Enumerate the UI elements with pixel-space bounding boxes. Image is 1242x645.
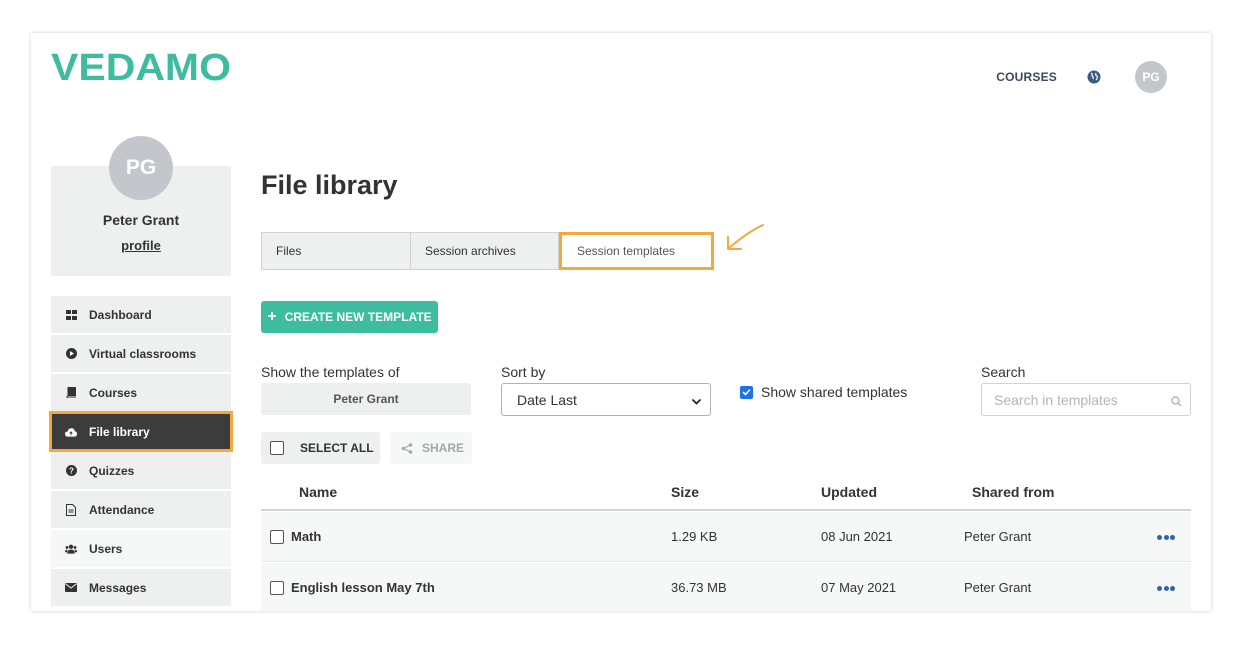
sidebar-item-attendance[interactable]: Attendance <box>51 491 231 528</box>
globe-icon[interactable] <box>1087 70 1101 84</box>
share-icon <box>401 442 413 454</box>
user-avatar[interactable]: PG <box>1135 61 1167 93</box>
table-header: Name Size Updated Shared from <box>261 474 1191 511</box>
vedamo-logo[interactable]: VEDAMO <box>51 49 233 83</box>
tab-session-archives[interactable]: Session archives <box>411 232 559 270</box>
show-shared-checkbox[interactable]: Show shared templates <box>740 384 907 400</box>
sort-label: Sort by <box>501 364 546 380</box>
envelope-icon <box>65 582 77 594</box>
tab-files[interactable]: Files <box>261 232 411 270</box>
row-checkbox[interactable] <box>270 581 284 595</box>
select-all-button[interactable]: SELECT ALL <box>261 432 380 464</box>
sidebar-item-quizzes[interactable]: ? Quizzes <box>51 452 231 489</box>
tab-session-templates[interactable]: Session templates <box>559 232 714 270</box>
search-placeholder: Search in templates <box>994 391 1118 408</box>
plus-icon: + <box>267 308 277 325</box>
chevron-down-icon <box>691 394 702 410</box>
sidebar-menu: Dashboard Virtual classrooms Courses Fil… <box>49 296 233 608</box>
profile-avatar: PG <box>109 136 173 200</box>
show-shared-label: Show shared templates <box>761 384 908 400</box>
app-window: VEDAMO COURSES PG PG Peter Grant profile… <box>31 33 1211 611</box>
create-button-label: CREATE NEW TEMPLATE <box>284 310 432 324</box>
document-icon <box>65 503 77 516</box>
share-button[interactable]: SHARE <box>390 432 472 464</box>
select-all-label: SELECT ALL <box>300 441 374 455</box>
sort-select-value: Date Last <box>517 391 577 408</box>
search-label: Search <box>981 364 1026 380</box>
sidebar-item-users[interactable]: Users <box>51 530 231 567</box>
sidebar-item-messages[interactable]: Messages <box>51 569 231 606</box>
svg-text:?: ? <box>69 467 74 476</box>
column-header-updated[interactable]: Updated <box>821 484 877 500</box>
logo-text: VEDAMO <box>51 49 231 83</box>
play-circle-icon <box>65 348 77 360</box>
sidebar-item-label: Dashboard <box>89 307 152 322</box>
sort-select[interactable]: Date Last <box>501 383 711 416</box>
row-size: 1.29 KB <box>671 529 718 544</box>
profile-name: Peter Grant <box>102 212 180 228</box>
sidebar-item-courses[interactable]: Courses <box>51 374 231 411</box>
sidebar-item-label: Messages <box>89 580 147 595</box>
row-shared-from: Peter Grant <box>964 529 1032 544</box>
sidebar-item-virtual-classrooms[interactable]: Virtual classrooms <box>51 335 231 372</box>
search-input[interactable]: Search in templates <box>981 383 1191 416</box>
owner-filter-field[interactable]: Peter Grant <box>261 383 471 415</box>
highlight-arrow-icon <box>725 223 765 258</box>
owner-filter-label: Show the templates of <box>261 364 400 380</box>
page-title: File library <box>261 170 398 200</box>
question-circle-icon: ? <box>65 465 77 477</box>
column-header-shared-from[interactable]: Shared from <box>972 484 1054 500</box>
sidebar-item-label: Virtual classrooms <box>89 346 197 361</box>
row-shared-from: Peter Grant <box>964 580 1032 595</box>
sidebar-item-dashboard[interactable]: Dashboard <box>51 296 231 333</box>
book-icon <box>65 387 77 399</box>
column-header-size[interactable]: Size <box>671 484 699 500</box>
checkbox-checked-icon[interactable] <box>740 385 753 399</box>
search-icon[interactable] <box>1171 394 1182 410</box>
sidebar-item-label: Quizzes <box>89 463 135 478</box>
table-row[interactable]: English lesson May 7th 36.73 MB 07 May 2… <box>261 563 1191 611</box>
sidebar-item-label: Attendance <box>89 502 155 517</box>
table-row[interactable]: Math 1.29 KB 08 Jun 2021 Peter Grant <box>261 512 1191 562</box>
library-tabs: Files Session archives Session templates <box>261 232 714 270</box>
column-header-name[interactable]: Name <box>299 484 337 500</box>
users-icon <box>65 543 77 555</box>
more-options-icon[interactable] <box>1157 586 1177 591</box>
grid-icon <box>65 309 77 321</box>
row-updated: 07 May 2021 <box>821 580 897 595</box>
row-name[interactable]: Math <box>291 529 321 544</box>
row-updated: 08 Jun 2021 <box>821 529 893 544</box>
share-label: SHARE <box>422 441 465 455</box>
row-checkbox[interactable] <box>270 530 284 544</box>
row-size: 36.73 MB <box>671 580 727 595</box>
sidebar-item-label: Courses <box>89 385 138 400</box>
row-name[interactable]: English lesson May 7th <box>291 580 435 595</box>
cloud-upload-icon <box>65 426 77 438</box>
more-options-icon[interactable] <box>1157 535 1177 540</box>
top-nav: COURSES PG <box>996 61 1167 93</box>
select-all-checkbox[interactable] <box>270 441 284 455</box>
nav-courses-link[interactable]: COURSES <box>996 70 1057 84</box>
profile-link[interactable]: profile <box>51 238 231 253</box>
sidebar-item-label: File library <box>89 424 150 439</box>
create-new-template-button[interactable]: + CREATE NEW TEMPLATE <box>261 301 438 333</box>
sidebar-item-file-library[interactable]: File library <box>49 411 233 452</box>
sidebar-item-label: Users <box>89 541 123 556</box>
